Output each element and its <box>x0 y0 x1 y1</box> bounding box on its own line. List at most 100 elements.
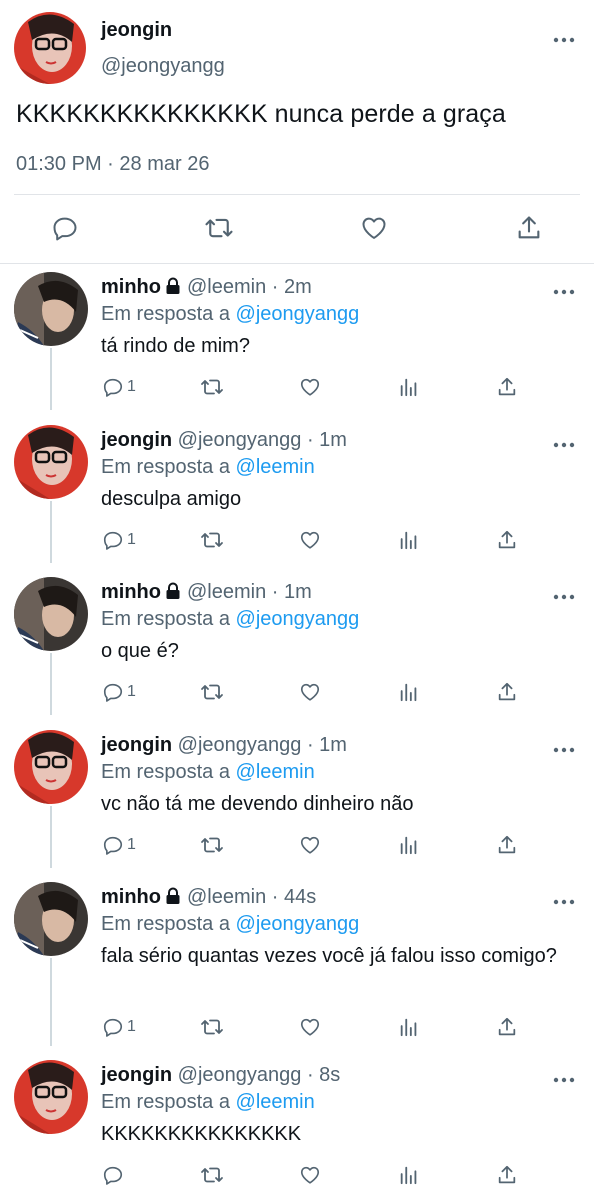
reply-button[interactable] <box>102 1160 127 1190</box>
mention-link[interactable]: @leemin <box>236 1091 315 1113</box>
divider <box>14 194 580 195</box>
mention-link[interactable]: @leemin <box>236 761 315 783</box>
reply-button[interactable]: 1 <box>102 677 136 707</box>
author-name[interactable]: jeongin <box>101 1064 172 1086</box>
reply-text: fala sério quantas vezes você já falou i… <box>101 945 557 967</box>
reply-header: jeongin @jeongyangg · 8s <box>101 1064 340 1087</box>
like-button[interactable] <box>299 372 321 402</box>
retweet-button[interactable] <box>200 1160 224 1190</box>
more-icon[interactable] <box>553 892 575 910</box>
reply-count: 1 <box>127 531 136 548</box>
reply-icon <box>103 531 123 550</box>
views-icon <box>400 1018 417 1037</box>
avatar[interactable] <box>14 882 88 956</box>
reply-text: desculpa amigo <box>101 488 242 510</box>
avatar[interactable] <box>14 577 88 651</box>
author-name[interactable]: minho <box>101 276 161 298</box>
more-icon[interactable] <box>553 1070 575 1088</box>
share-icon <box>498 530 516 549</box>
views-button[interactable] <box>398 525 420 555</box>
reply-header: minho @leemin · 2m <box>101 276 312 301</box>
views-button[interactable] <box>398 1160 420 1190</box>
more-icon[interactable] <box>553 587 575 605</box>
reply-time[interactable]: · 1m <box>307 429 347 451</box>
retweet-button[interactable] <box>200 1012 224 1042</box>
mention-link[interactable]: @leemin <box>236 456 315 478</box>
reply-actions: 1 <box>0 830 594 860</box>
views-button[interactable] <box>398 372 420 402</box>
author-name[interactable]: jeongin <box>101 19 172 42</box>
author-handle[interactable]: @jeongyangg <box>101 55 225 78</box>
more-icon[interactable] <box>553 30 575 48</box>
reply-tweet[interactable]: minho @leemin · 1m Em resposta a @jeongyan… <box>0 573 594 715</box>
more-icon[interactable] <box>553 435 575 453</box>
views-button[interactable] <box>398 677 420 707</box>
reply-button[interactable]: 1 <box>102 1012 136 1042</box>
reply-actions: 1 <box>0 525 594 555</box>
reply-header: jeongin @jeongyangg · 1m <box>101 429 347 452</box>
author-handle[interactable]: @jeongyangg <box>178 429 302 451</box>
like-button[interactable] <box>299 677 321 707</box>
author-name[interactable]: minho <box>101 581 161 603</box>
reply-actions: 1 <box>0 677 594 707</box>
author-handle[interactable]: @jeongyangg <box>178 734 302 756</box>
avatar[interactable] <box>14 272 88 346</box>
retweet-button[interactable] <box>200 372 224 402</box>
reply-time[interactable]: · 1m <box>307 734 347 756</box>
reply-button[interactable]: 1 <box>102 830 136 860</box>
mention-link[interactable]: @jeongyangg <box>236 913 360 935</box>
tweet-timestamp[interactable]: 01:30 PM · 28 mar 26 <box>16 153 209 176</box>
more-icon[interactable] <box>553 740 575 758</box>
retweet-button[interactable] <box>200 525 224 555</box>
mention-link[interactable]: @jeongyangg <box>236 303 360 325</box>
views-icon <box>400 1166 417 1185</box>
author-name[interactable]: jeongin <box>101 429 172 451</box>
reply-button[interactable]: 1 <box>102 372 136 402</box>
share-button[interactable] <box>496 372 518 402</box>
author-name[interactable]: minho <box>101 886 161 908</box>
tweet-date: 28 mar 26 <box>119 153 210 175</box>
avatar[interactable] <box>14 425 88 499</box>
share-button[interactable] <box>496 525 518 555</box>
tweet-actions <box>0 208 594 252</box>
reply-tweet[interactable]: minho @leemin · 44s Em resposta a @jeongya… <box>0 878 594 1046</box>
reply-count: 1 <box>127 836 136 853</box>
author-handle[interactable]: @leemin <box>187 276 266 298</box>
more-icon[interactable] <box>553 282 575 300</box>
author-handle[interactable]: @jeongyangg <box>178 1064 302 1086</box>
retweet-button[interactable] <box>200 830 224 860</box>
share-button[interactable] <box>509 208 549 248</box>
avatar[interactable] <box>14 730 88 804</box>
share-button[interactable] <box>496 1012 518 1042</box>
retweet-button[interactable] <box>199 208 239 248</box>
share-button[interactable] <box>496 830 518 860</box>
author-handle[interactable]: @leemin <box>187 886 266 908</box>
reply-time[interactable]: · 8s <box>307 1064 340 1086</box>
reply-tweet[interactable]: jeongin @jeongyangg · 1m Em resposta a @l… <box>0 421 594 563</box>
reply-tweet[interactable]: minho @leemin · 2m Em resposta a @jeongyan… <box>0 268 594 410</box>
views-button[interactable] <box>398 1012 420 1042</box>
avatar[interactable] <box>14 1060 88 1134</box>
reply-button[interactable] <box>45 208 85 248</box>
share-button[interactable] <box>496 1160 518 1190</box>
reply-button[interactable]: 1 <box>102 525 136 555</box>
reply-time[interactable]: · 2m <box>272 276 312 298</box>
avatar[interactable] <box>14 12 86 84</box>
mention-link[interactable]: @jeongyangg <box>236 608 360 630</box>
views-button[interactable] <box>398 830 420 860</box>
like-button[interactable] <box>299 525 321 555</box>
in-reply-to: Em resposta a @jeongyangg <box>101 913 359 936</box>
like-button[interactable] <box>299 830 321 860</box>
author-handle[interactable]: @leemin <box>187 581 266 603</box>
reply-time[interactable]: · 1m <box>272 581 312 603</box>
reply-tweet[interactable]: jeongin @jeongyangg · 1m Em resposta a @l… <box>0 726 594 868</box>
like-button[interactable] <box>299 1160 321 1190</box>
author-name[interactable]: jeongin <box>101 734 172 756</box>
reply-text: KKKKKKKKKKKKKKK <box>101 1123 302 1145</box>
like-button[interactable] <box>299 1012 321 1042</box>
retweet-button[interactable] <box>200 677 224 707</box>
reply-tweet[interactable]: jeongin @jeongyangg · 8s Em resposta a @l… <box>0 1056 594 1200</box>
reply-time[interactable]: · 44s <box>272 886 316 908</box>
like-button[interactable] <box>354 208 394 248</box>
share-button[interactable] <box>496 677 518 707</box>
